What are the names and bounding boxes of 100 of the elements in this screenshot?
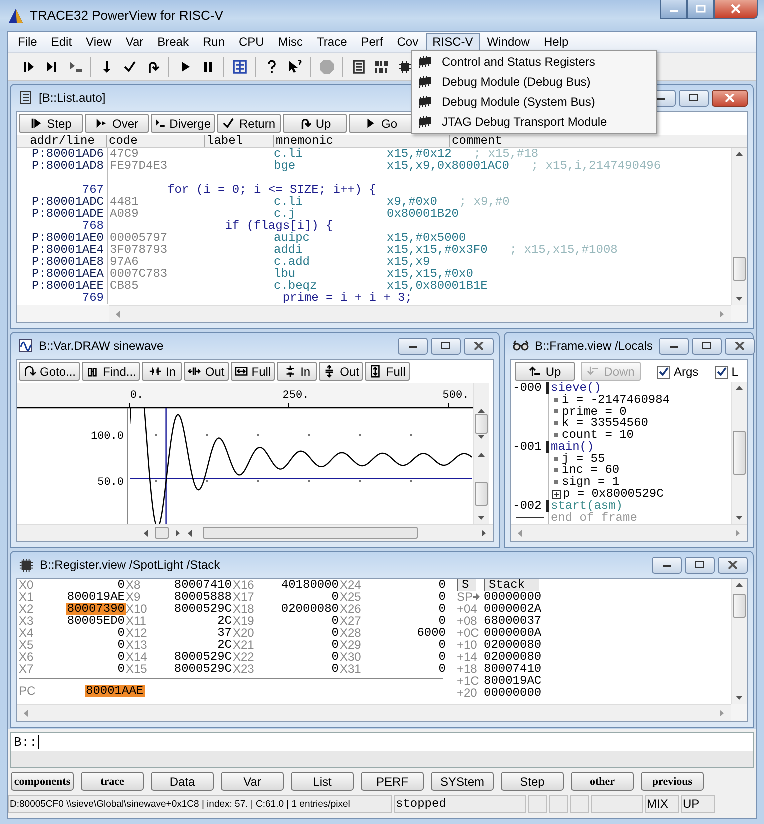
menu-item[interactable]: Control and Status Registers bbox=[442, 55, 596, 69]
register-value[interactable]: 0 bbox=[438, 591, 447, 603]
vertical-scrollbar[interactable] bbox=[731, 382, 747, 524]
scroll-thumb[interactable] bbox=[733, 257, 746, 281]
column-header[interactable]: code bbox=[107, 135, 205, 147]
column-header[interactable]: comment bbox=[450, 135, 747, 147]
column-header[interactable]: label bbox=[205, 135, 274, 147]
horizontal-scrollbar[interactable] bbox=[17, 524, 493, 541]
register-value[interactable]: 0 bbox=[330, 591, 340, 603]
softkey-button[interactable]: SYStem bbox=[431, 772, 494, 791]
menu-item[interactable]: Misc bbox=[271, 32, 310, 52]
maximize-button[interactable] bbox=[692, 338, 722, 354]
register-value[interactable]: 02000080 bbox=[280, 603, 340, 615]
scroll-down-icon[interactable] bbox=[735, 515, 744, 521]
function-name[interactable]: sieve() bbox=[551, 382, 602, 394]
close-button[interactable] bbox=[464, 338, 494, 354]
register-value[interactable]: 37 bbox=[216, 627, 233, 639]
menu-item[interactable]: Window bbox=[480, 32, 537, 52]
function-name[interactable]: start(asm) bbox=[551, 500, 624, 512]
menu-item[interactable]: Var bbox=[118, 32, 151, 52]
toolbar-button[interactable]: Goto... bbox=[19, 362, 80, 381]
maximize-button[interactable] bbox=[687, 0, 714, 19]
register-value[interactable]: 80001AAE bbox=[85, 684, 145, 696]
toolbar-button[interactable]: Step bbox=[19, 114, 83, 133]
function-name[interactable]: main() bbox=[551, 440, 594, 453]
register-value[interactable]: 0 bbox=[438, 603, 447, 615]
softkey-button[interactable]: previous bbox=[641, 772, 704, 791]
register-value[interactable]: 0 bbox=[438, 615, 447, 627]
register-value[interactable]: 0 bbox=[116, 651, 126, 663]
scroll-thumb[interactable] bbox=[203, 527, 418, 539]
menu-item[interactable]: File bbox=[11, 32, 44, 52]
softkey-button[interactable]: List bbox=[291, 772, 354, 791]
register-value[interactable]: 40180000 bbox=[280, 579, 340, 591]
expand-icon[interactable] bbox=[552, 490, 561, 499]
register-value[interactable]: 2C bbox=[216, 639, 233, 651]
menu-item[interactable]: CPU bbox=[232, 32, 272, 52]
toolbar-button[interactable]: Over bbox=[85, 114, 149, 133]
softkey-button[interactable]: PERF bbox=[361, 772, 424, 791]
toolbar-button[interactable]: Out bbox=[184, 362, 229, 381]
register-value[interactable]: 0 bbox=[330, 615, 340, 627]
scroll-thumb[interactable] bbox=[733, 431, 746, 475]
close-button[interactable] bbox=[714, 0, 758, 19]
scroll-right-icon[interactable] bbox=[175, 528, 181, 538]
scroll-left-icon[interactable] bbox=[143, 528, 149, 538]
register-value[interactable]: 80007410 bbox=[173, 579, 233, 591]
menu-item[interactable]: Run bbox=[196, 32, 232, 52]
vertical-scrollbar[interactable] bbox=[731, 148, 747, 305]
maximize-button[interactable] bbox=[685, 556, 715, 574]
toolbar-button[interactable]: Full bbox=[365, 362, 410, 381]
register-value[interactable]: 80005888 bbox=[173, 591, 233, 603]
minimize-button[interactable] bbox=[660, 0, 687, 19]
minimize-button[interactable] bbox=[659, 338, 690, 354]
register-value[interactable]: 0 bbox=[438, 651, 447, 663]
scroll-thumb[interactable] bbox=[733, 594, 746, 618]
scroll-down-icon[interactable] bbox=[477, 515, 486, 521]
vertical-scrollbar[interactable] bbox=[473, 383, 489, 524]
menu-item[interactable]: Perf bbox=[354, 32, 390, 52]
toolbar-button[interactable]: Go bbox=[349, 114, 413, 133]
menu-item[interactable]: Cov bbox=[390, 32, 426, 52]
maximize-button[interactable] bbox=[679, 90, 709, 106]
scroll-down-icon[interactable] bbox=[735, 695, 744, 701]
column-header[interactable]: S bbox=[457, 579, 476, 591]
cursor-help-icon[interactable] bbox=[286, 58, 302, 74]
column-header[interactable]: addr/line bbox=[17, 135, 107, 147]
register-value[interactable]: 0 bbox=[438, 663, 447, 675]
command-line-field[interactable]: B:: bbox=[11, 733, 753, 751]
register-value[interactable]: 0 bbox=[116, 663, 126, 675]
menu-item[interactable]: View bbox=[79, 32, 119, 52]
register-value[interactable]: 0 bbox=[116, 579, 126, 591]
register-value[interactable]: 80005ED0 bbox=[66, 615, 126, 627]
register-value[interactable]: 6000 bbox=[416, 627, 447, 639]
softkey-button[interactable]: Data bbox=[151, 772, 214, 791]
vertical-scrollbar[interactable] bbox=[731, 579, 747, 704]
close-button[interactable] bbox=[725, 338, 756, 354]
checkbox[interactable] bbox=[657, 366, 670, 378]
menu-item[interactable]: JTAG Debug Transport Module bbox=[442, 115, 608, 129]
close-button[interactable] bbox=[718, 556, 748, 574]
toolbar-button[interactable]: Find... bbox=[82, 362, 140, 381]
scroll-thumb[interactable] bbox=[155, 527, 169, 539]
toolbar-button[interactable]: Up bbox=[515, 362, 575, 381]
column-header[interactable]: Stack bbox=[484, 579, 539, 591]
register-value[interactable]: 2C bbox=[216, 615, 233, 627]
menu-item[interactable]: Help bbox=[536, 32, 576, 52]
menu-item[interactable]: Edit bbox=[44, 32, 80, 52]
register-value[interactable]: 8000529C bbox=[173, 663, 233, 675]
checkbox[interactable] bbox=[714, 366, 728, 378]
register-value[interactable]: 0 bbox=[330, 627, 340, 639]
scroll-thumb[interactable] bbox=[475, 482, 488, 506]
toolbar-button[interactable]: In bbox=[277, 362, 318, 381]
register-value[interactable]: 0 bbox=[330, 651, 340, 663]
chip-icon[interactable] bbox=[396, 58, 412, 74]
toolbar-button[interactable]: Return bbox=[217, 114, 281, 133]
grid-icon[interactable] bbox=[232, 58, 248, 74]
binary-icon[interactable] bbox=[374, 58, 390, 74]
return-icon[interactable] bbox=[122, 58, 138, 74]
scroll-right-icon[interactable] bbox=[481, 528, 487, 538]
register-value[interactable]: 800019AE bbox=[66, 591, 126, 603]
softkey-button[interactable]: components bbox=[11, 772, 74, 791]
menu-item[interactable]: RISC-V bbox=[426, 32, 480, 52]
softkey-button[interactable]: other bbox=[571, 772, 634, 791]
